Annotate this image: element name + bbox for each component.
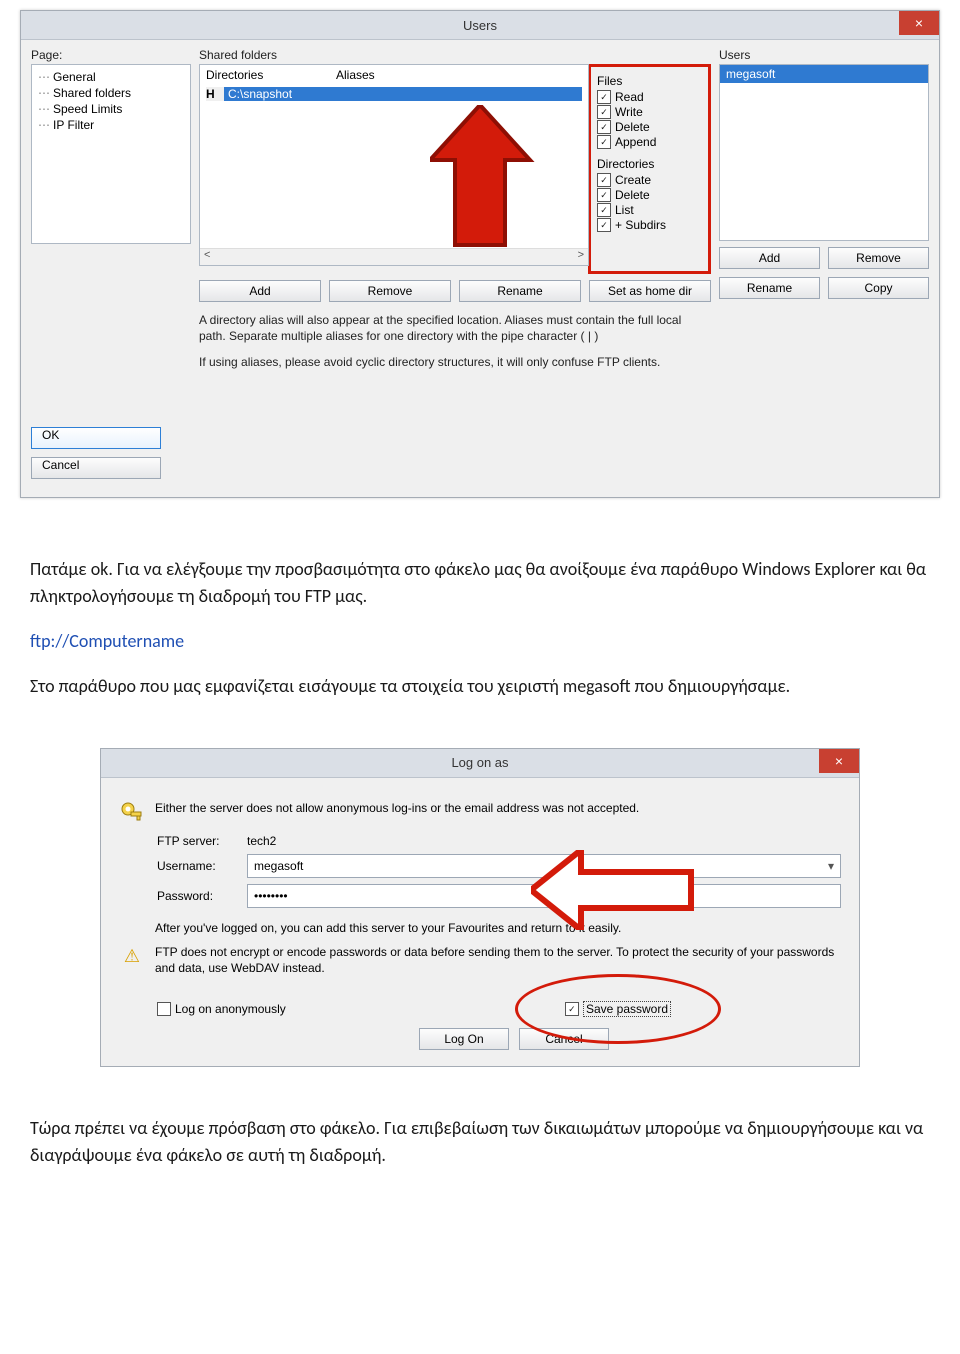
set-home-button[interactable]: Set as home dir <box>589 280 711 302</box>
perm-append[interactable]: Append <box>597 135 702 149</box>
checkbox-icon <box>597 90 611 104</box>
close-button[interactable]: × <box>899 11 939 35</box>
users-label: Users <box>719 48 929 62</box>
tree-item-ipfilter[interactable]: ⋯IP Filter <box>36 117 186 133</box>
perm-subdirs[interactable]: + Subdirs <box>597 218 702 232</box>
perm-create[interactable]: Create <box>597 173 702 187</box>
annotation-arrow-icon <box>430 105 540 255</box>
tree-item-general[interactable]: ⋯General <box>36 69 186 85</box>
ftp-server-label: FTP server: <box>157 834 247 848</box>
cancel-button[interactable]: Cancel <box>31 457 161 479</box>
page-tree[interactable]: ⋯General ⋯Shared folders ⋯Speed Limits ⋯… <box>31 64 191 244</box>
checkbox-icon <box>597 203 611 217</box>
close-button[interactable]: × <box>819 749 859 773</box>
user-rename-button[interactable]: Rename <box>719 277 820 299</box>
key-icon <box>119 800 145 826</box>
encrypt-warning: FTP does not encrypt or encode passwords… <box>155 944 841 976</box>
checkbox-icon <box>597 135 611 149</box>
files-label: Files <box>597 74 702 88</box>
chevron-down-icon[interactable]: ▾ <box>828 859 834 873</box>
anon-checkbox[interactable]: Log on anonymously <box>157 1002 286 1016</box>
error-message: Either the server does not allow anonymo… <box>155 800 841 816</box>
alias-col-header: Aliases <box>336 68 375 82</box>
dir-col-header: Directories <box>206 68 336 82</box>
save-password-label: Save password <box>583 1001 671 1017</box>
scrollbar[interactable]: < > <box>200 248 588 265</box>
checkbox-icon <box>157 1002 171 1016</box>
tree-item-shared[interactable]: ⋯Shared folders <box>36 85 186 101</box>
titlebar: Users × <box>21 11 939 40</box>
perm-list[interactable]: List <box>597 203 702 217</box>
logon-button[interactable]: Log On <box>419 1028 509 1050</box>
checkbox-icon <box>597 173 611 187</box>
users-dialog: Users × Page: ⋯General ⋯Shared folders ⋯… <box>20 10 940 498</box>
perm-ddelete[interactable]: Delete <box>597 188 702 202</box>
fav-message: After you've logged on, you can add this… <box>155 920 841 936</box>
checkbox-icon <box>565 1002 579 1016</box>
ok-button[interactable]: OK <box>31 427 161 449</box>
directories-label: Directories <box>597 157 702 171</box>
username-input[interactable]: megasoft ▾ <box>247 854 841 878</box>
ftp-server-value: tech2 <box>247 834 276 848</box>
checkbox-icon <box>597 218 611 232</box>
checkbox-icon <box>597 120 611 134</box>
perm-write[interactable]: Write <box>597 105 702 119</box>
checkbox-icon <box>597 105 611 119</box>
window-title: Users <box>463 18 497 33</box>
tree-item-speed[interactable]: ⋯Speed Limits <box>36 101 186 117</box>
user-add-button[interactable]: Add <box>719 247 820 269</box>
perm-delete[interactable]: Delete <box>597 120 702 134</box>
doc-p3: Στο παράθυρο που μας εμφανίζεται εισάγου… <box>30 673 930 700</box>
logon-dialog: Log on as × Either the server does not a… <box>100 748 860 1068</box>
username-label: Username: <box>157 859 247 873</box>
dir-remove-button[interactable]: Remove <box>329 280 451 302</box>
doc-p4: Τώρα πρέπει να έχουμε πρόσβαση στο φάκελ… <box>30 1115 930 1169</box>
alias-help-1: A directory alias will also appear at th… <box>199 312 711 344</box>
close-icon: × <box>915 15 923 31</box>
user-remove-button[interactable]: Remove <box>828 247 929 269</box>
directories-list[interactable]: Directories Aliases H C:\snapshot < > <box>199 64 589 266</box>
dir-rename-button[interactable]: Rename <box>459 280 581 302</box>
warning-icon: ⚠ <box>119 944 145 970</box>
close-icon: × <box>835 753 843 769</box>
password-label: Password: <box>157 889 247 903</box>
user-copy-button[interactable]: Copy <box>828 277 929 299</box>
perm-read[interactable]: Read <box>597 90 702 104</box>
doc-p2: ftp://Computername <box>30 628 930 655</box>
window-title: Log on as <box>451 755 508 770</box>
permissions-panel: Files Read Write Delete Append Directori… <box>588 64 711 274</box>
dir-add-button[interactable]: Add <box>199 280 321 302</box>
doc-p1: Πατάμε ok. Για να ελέγξουμε την προσβασι… <box>30 556 930 610</box>
password-input[interactable]: •••••••• <box>247 884 841 908</box>
titlebar: Log on as × <box>101 749 859 778</box>
home-indicator: H <box>206 87 224 101</box>
cancel-button[interactable]: Cancel <box>519 1028 609 1050</box>
dir-path[interactable]: C:\snapshot <box>224 87 582 101</box>
shared-label: Shared folders <box>199 48 711 62</box>
user-item[interactable]: megasoft <box>720 65 928 83</box>
alias-help-2: If using aliases, please avoid cyclic di… <box>199 354 711 370</box>
users-list[interactable]: megasoft <box>719 64 929 241</box>
checkbox-icon <box>597 188 611 202</box>
page-label: Page: <box>31 48 191 62</box>
save-password-checkbox[interactable]: Save password <box>565 1001 671 1017</box>
